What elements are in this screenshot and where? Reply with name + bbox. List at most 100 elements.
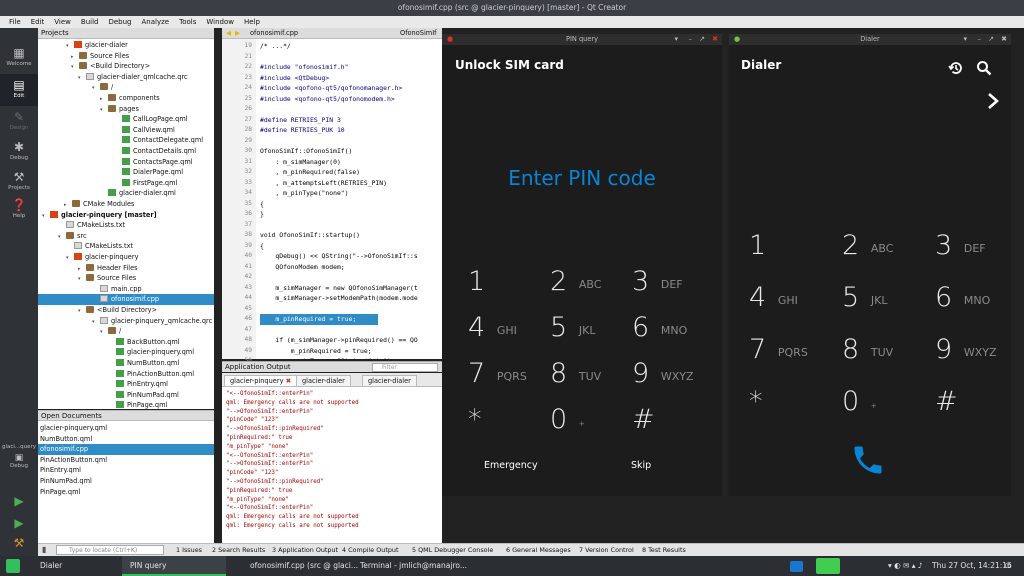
project-tree-item[interactable]: glacier-pinquery.qml: [38, 347, 214, 358]
key-4[interactable]: 4 GHI: [749, 282, 819, 322]
project-tree-item[interactable]: CMakeLists.txt: [38, 220, 214, 231]
key-8[interactable]: 8 TUV: [550, 358, 620, 398]
project-tree-item[interactable]: DialerPage.qml: [38, 167, 214, 178]
project-tree-item[interactable]: glacier-dialer.qml: [38, 188, 214, 199]
project-tree-item[interactable]: CallLogPage.qml: [38, 114, 214, 125]
key-5[interactable]: 5 JKL: [842, 282, 912, 322]
code-line[interactable]: #include <qofono-qt5/qofonomanager.h>: [260, 83, 402, 94]
key-9[interactable]: 9 WXYZ: [632, 358, 702, 398]
menu-debug[interactable]: Debug: [103, 18, 136, 26]
code-line[interactable]: OfonoSimIf::OfonoSimIf(): [260, 146, 352, 157]
code-line[interactable]: #include <QtDebug>: [260, 73, 329, 84]
code-line[interactable]: : m_simManager(0): [260, 157, 340, 168]
open-doc-item[interactable]: ofonosimif.cpp: [38, 444, 214, 455]
mode-debug[interactable]: ✱ Debug: [0, 136, 38, 168]
qt-icon[interactable]: [816, 558, 840, 574]
call-button[interactable]: [850, 442, 886, 478]
project-tree-item[interactable]: ▾ pages: [38, 104, 214, 115]
application-output-log[interactable]: "<--OfonoSimIf::enterPin" qml: Emergency …: [222, 387, 442, 543]
mode-design[interactable]: ✎ Design: [0, 106, 38, 138]
code-line[interactable]: #define RETRIES_PUK 10: [260, 125, 345, 136]
project-tree-item[interactable]: main.cpp: [38, 284, 214, 295]
key-hash[interactable]: #: [935, 386, 1005, 426]
code-editor[interactable]: /* ...*/#include "ofonosimif.h" #include …: [256, 39, 442, 359]
project-tree-item[interactable]: PinNumPad.qml: [38, 390, 214, 401]
project-tree-item[interactable]: PinEntry.qml: [38, 379, 214, 390]
open-doc-item[interactable]: glacier-pinquery.qml: [38, 423, 214, 434]
key-4[interactable]: 4 GHI: [468, 312, 538, 352]
dialer-titlebar[interactable]: ● Dialer ▾ – ↗ ✖: [729, 34, 1011, 45]
key-6[interactable]: 6 MNO: [935, 282, 1005, 322]
code-line[interactable]: , m_pinType("none"): [260, 188, 348, 199]
emergency-button[interactable]: Emergency: [484, 460, 538, 471]
key-3[interactable]: 3 DEF: [632, 266, 702, 306]
key-1[interactable]: 1: [749, 230, 819, 270]
project-tree-item[interactable]: ContactsPage.qml: [38, 157, 214, 168]
key-7[interactable]: 7 PQRS: [468, 358, 538, 398]
project-tree-item[interactable]: BackButton.qml: [38, 337, 214, 348]
key-2[interactable]: 2 ABC: [550, 266, 620, 306]
run-button[interactable]: ▶: [0, 490, 38, 510]
open-doc-item[interactable]: PinPage.qml: [38, 487, 214, 498]
window-titlebar[interactable]: ofonosimif.cpp (src @ glacier-pinquery) …: [0, 0, 1024, 16]
output-filter-input[interactable]: Filter: [372, 363, 438, 372]
project-tree-item[interactable]: ContactDetails.qml: [38, 146, 214, 157]
project-tree-item[interactable]: CallView.qml: [38, 125, 214, 136]
key-5[interactable]: 5 JKL: [550, 312, 620, 352]
project-tree-item[interactable]: PinPage.qml: [38, 400, 214, 409]
taskbar-app-qtcreator[interactable]: ofonosimif.cpp (src @ glaci...: [250, 556, 358, 576]
code-line[interactable]: m_simManager = new QOfonoSimManager(t: [260, 283, 417, 294]
project-tree-item[interactable]: ▾ src: [38, 231, 214, 242]
symbol-selector[interactable]: OfonoSimIf: [400, 28, 436, 39]
key-0[interactable]: 0 +: [550, 404, 620, 444]
open-doc-item[interactable]: PinEntry.qml: [38, 465, 214, 476]
code-line[interactable]: , m_pinRequired(false): [260, 167, 360, 178]
kit-selector[interactable]: glaci...query ▣ Debug: [0, 438, 38, 469]
code-line[interactable]: QOfonoModem modem;: [260, 262, 344, 273]
output-tab[interactable]: glacier-dialer: [362, 375, 417, 386]
menu-help[interactable]: Help: [239, 18, 265, 26]
key-9[interactable]: 9 WXYZ: [935, 334, 1005, 374]
code-line[interactable]: {: [260, 241, 264, 252]
taskbar-app-pin-query[interactable]: PIN query: [122, 556, 226, 576]
code-line[interactable]: m_pinRequired = true;: [260, 314, 378, 325]
project-tree-item[interactable]: ▾ glacier-dialer_qmlcache.qrc: [38, 72, 214, 83]
pin-query-titlebar[interactable]: ● PIN query ▾ – ↗ ✖: [442, 34, 722, 45]
project-tree-item[interactable]: ▸ Header Files: [38, 263, 214, 274]
menu-edit[interactable]: Edit: [26, 18, 50, 26]
project-tree-item[interactable]: ContactDelegate.qml: [38, 135, 214, 146]
code-line[interactable]: m_pinRequired = true;: [260, 346, 372, 357]
key-7[interactable]: 7 PQRS: [749, 334, 819, 374]
code-line[interactable]: }: [260, 209, 264, 220]
project-tree-item[interactable]: ▾ glacier-pinquery [master]: [38, 210, 214, 221]
output-tab[interactable]: glacier-dialer: [296, 375, 351, 386]
project-tree-item[interactable]: NumButton.qml: [38, 358, 214, 369]
build-button[interactable]: ⚒: [0, 532, 38, 552]
output-tab[interactable]: glacier-pinquery ✖: [224, 375, 298, 386]
nav-back-icon[interactable]: ◀: [226, 28, 231, 39]
mode-welcome[interactable]: ▦ Welcome: [0, 42, 38, 74]
project-tree-item[interactable]: ▸ CMake Modules: [38, 199, 214, 210]
code-line[interactable]: if (m_simManager->pinRequired() == QO: [260, 335, 417, 346]
code-line[interactable]: void OfonoSimIf::startup(): [260, 230, 360, 241]
maximize-icon[interactable]: ↗: [988, 34, 994, 45]
history-icon[interactable]: [948, 60, 964, 76]
project-tree-item[interactable]: PinActionButton.qml: [38, 369, 214, 380]
sidebar-toggle-icon[interactable]: ▮: [42, 545, 46, 554]
close-icon[interactable]: ✖: [712, 34, 718, 45]
code-line[interactable]: , m_attemptsLeft(RETRIES_PIN): [260, 178, 387, 189]
pin-icon[interactable]: ▾: [674, 34, 678, 45]
project-tree-item[interactable]: ▾ /: [38, 82, 214, 93]
code-line[interactable]: /* ...*/: [260, 41, 291, 52]
code-line[interactable]: #include "ofonosimif.h": [260, 62, 349, 73]
code-line[interactable]: #include <qofono-qt5/qofonomodem.h>: [260, 94, 395, 105]
project-tree-item[interactable]: ▾ glacier-pinquery_qmlcache.qrc: [38, 316, 214, 327]
key-3[interactable]: 3 DEF: [935, 230, 1005, 270]
tray-icons[interactable]: ▾ ◐ ✉ ▴ ♪: [888, 556, 923, 576]
power-icon[interactable]: ⏻: [1005, 556, 1011, 576]
taskbar-app-dialer[interactable]: Dialer: [40, 556, 62, 576]
locate-input[interactable]: Type to locate (Ctrl+K): [56, 545, 164, 555]
project-tree-item[interactable]: ▾ glacier-pinquery: [38, 252, 214, 263]
maximize-icon[interactable]: ↗: [699, 34, 705, 45]
project-tree-item[interactable]: ▾ /: [38, 326, 214, 337]
